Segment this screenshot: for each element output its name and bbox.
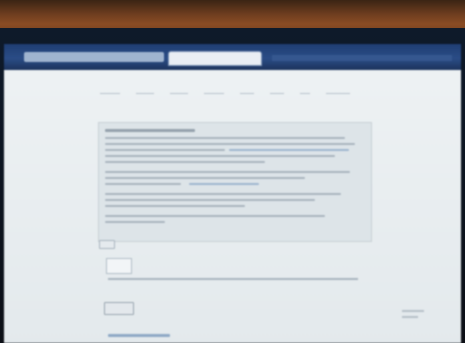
text-line: [105, 183, 181, 185]
nav-link[interactable]: [270, 89, 284, 94]
text-line: [105, 177, 305, 179]
instruction-text: [108, 278, 358, 280]
nav-link[interactable]: [204, 89, 224, 94]
text-line: [105, 205, 245, 207]
text-line: [105, 193, 341, 195]
toolbar-strip: [272, 55, 452, 61]
text-line: [105, 137, 345, 139]
text-line: [105, 143, 355, 145]
message-heading: [105, 129, 195, 132]
nav-link[interactable]: [136, 89, 154, 94]
side-note: [402, 310, 424, 312]
text-line: [105, 149, 225, 151]
text-line: [105, 171, 350, 173]
text-line: [105, 221, 165, 223]
message-box: [98, 122, 372, 242]
text-link[interactable]: [229, 149, 349, 151]
nav-link[interactable]: [100, 89, 120, 94]
browser-tab[interactable]: [168, 51, 262, 66]
nav-link[interactable]: [300, 89, 310, 94]
top-nav: [100, 89, 350, 94]
nav-link[interactable]: [170, 89, 188, 94]
captcha-image: [106, 258, 132, 274]
text-link[interactable]: [189, 183, 259, 185]
refresh-button[interactable]: [99, 240, 115, 249]
site-header: [84, 80, 444, 102]
text-line: [105, 199, 315, 201]
text-line: [105, 215, 325, 217]
footer-link[interactable]: [108, 334, 170, 337]
web-page: [4, 70, 461, 343]
nav-link[interactable]: [326, 89, 350, 94]
browser-chrome: [4, 44, 461, 70]
text-line: [105, 161, 265, 163]
submit-button[interactable]: [104, 302, 134, 315]
nav-link[interactable]: [240, 89, 254, 94]
text-line: [105, 155, 335, 157]
monitor-screen: [4, 44, 461, 343]
address-bar[interactable]: [24, 52, 164, 62]
side-note: [402, 316, 418, 318]
